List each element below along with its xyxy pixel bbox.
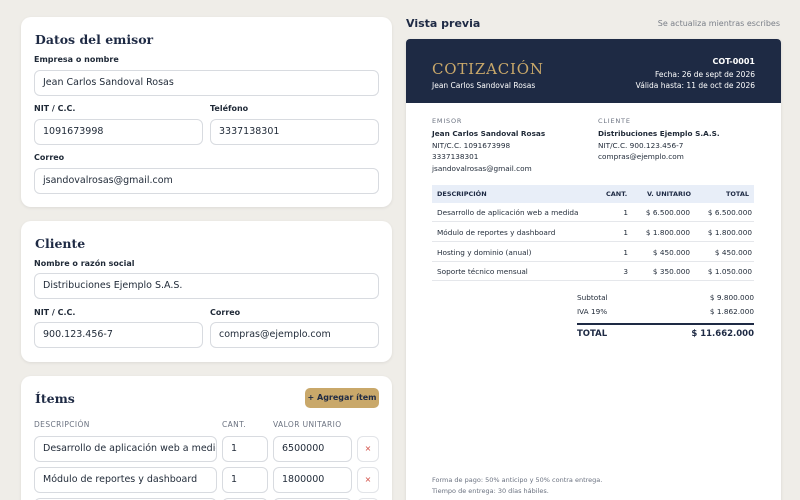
add-item-button[interactable]: + Agregar ítem [305, 388, 379, 408]
quote-heading: COTIZACIÓN [432, 60, 544, 78]
emisor-email: jsandovalrosas@gmail.com [432, 164, 532, 173]
cliente-email: compras@ejemplo.com [598, 152, 684, 161]
row-quantity: 3 [623, 267, 628, 276]
th-unit-value: V. UNITARIO [647, 190, 691, 198]
th-quantity: CANT. [606, 190, 628, 198]
items-col-valor: VALOR UNITARIO [273, 420, 342, 429]
table-row: Desarrollo de aplicación web a medida 1 … [432, 203, 754, 222]
row-quantity: 1 [623, 228, 628, 237]
cliente-nit-input[interactable]: 900.123.456-7 [34, 322, 203, 348]
telefono-label: Teléfono [210, 104, 249, 113]
quote-number: COT-0001 [712, 57, 755, 66]
emisor-card-title: Datos del emisor [35, 32, 154, 47]
remove-item-button[interactable]: × [357, 467, 379, 493]
preview-title: Vista previa [406, 17, 481, 30]
empresa-label: Empresa o nombre [34, 55, 119, 64]
emisor-nit-label: NIT / C.C. [34, 104, 76, 113]
items-card-title: Ítems [35, 391, 75, 406]
row-total: $ 1.800.000 [707, 228, 752, 237]
table-header: DESCRIPCIÓN CANT. V. UNITARIO TOTAL [432, 185, 754, 203]
row-unit-value: $ 350.000 [652, 267, 690, 276]
cliente-card: Cliente Nombre o razón social Distribuci… [21, 221, 392, 362]
quote-valid-until: Válida hasta: 11 de oct de 2026 [635, 81, 755, 90]
row-unit-value: $ 6.500.000 [645, 208, 690, 217]
iva-value: $ 1.862.000 [709, 307, 754, 316]
row-total: $ 6.500.000 [707, 208, 752, 217]
quote-issuer-name: Jean Carlos Sandoval Rosas [432, 81, 536, 90]
emisor-phone: 3337138301 [432, 152, 479, 161]
cliente-section-label: CLIENTE [598, 117, 631, 125]
quote-header: COTIZACIÓN Jean Carlos Sandoval Rosas CO… [406, 39, 781, 103]
cliente-correo-label: Correo [210, 308, 241, 317]
items-col-cant: CANT. [222, 420, 247, 429]
emisor-card: Datos del emisor Empresa o nombre Jean C… [21, 17, 392, 207]
th-total: TOTAL [725, 190, 749, 198]
item-valor-input[interactable]: 6500000 [273, 436, 352, 462]
total-divider [577, 323, 754, 325]
items-col-desc: DESCRIPCIÓN [34, 420, 90, 429]
row-description: Soporte técnico mensual [437, 267, 528, 276]
emisor-nit: NIT/C.C. 1091673998 [432, 141, 511, 150]
row-total: $ 450.000 [714, 248, 752, 257]
item-desc-input[interactable]: Módulo de reportes y dashboard [34, 467, 217, 493]
th-description: DESCRIPCIÓN [437, 190, 487, 198]
payment-terms: Forma de pago: 50% anticipo y 50% contra… [432, 476, 603, 484]
empresa-input[interactable]: Jean Carlos Sandoval Rosas [34, 70, 379, 96]
table-row: Soporte técnico mensual 3 $ 350.000 $ 1.… [432, 262, 754, 281]
total-label: TOTAL [577, 329, 608, 339]
items-card: Ítems + Agregar ítem DESCRIPCIÓN CANT. V… [21, 376, 392, 500]
cliente-nombre-input[interactable]: Distribuciones Ejemplo S.A.S. [34, 273, 379, 299]
subtotal-value: $ 9.800.000 [709, 293, 754, 302]
table-row: Módulo de reportes y dashboard 1 $ 1.800… [432, 223, 754, 242]
row-unit-value: $ 450.000 [652, 248, 690, 257]
emisor-correo-input[interactable]: jsandovalrosas@gmail.com [34, 168, 379, 194]
telefono-input[interactable]: 3337138301 [210, 119, 379, 145]
emisor-correo-label: Correo [34, 153, 65, 162]
cliente-nit-label: NIT / C.C. [34, 308, 76, 317]
item-cant-input[interactable]: 1 [222, 467, 268, 493]
row-quantity: 1 [623, 248, 628, 257]
emisor-name: Jean Carlos Sandoval Rosas [432, 129, 546, 138]
table-row: Hosting y dominio (anual) 1 $ 450.000 $ … [432, 243, 754, 262]
cliente-name: Distribuciones Ejemplo S.A.S. [598, 129, 720, 138]
item-desc-input[interactable]: Desarrollo de aplicación web a medid [34, 436, 217, 462]
cliente-card-title: Cliente [35, 236, 86, 251]
emisor-nit-input[interactable]: 1091673998 [34, 119, 203, 145]
total-value: $ 11.662.000 [691, 329, 754, 339]
row-unit-value: $ 1.800.000 [645, 228, 690, 237]
item-cant-input[interactable]: 1 [222, 436, 268, 462]
item-valor-input[interactable]: 1800000 [273, 467, 352, 493]
cliente-correo-input[interactable]: compras@ejemplo.com [210, 322, 379, 348]
row-quantity: 1 [623, 208, 628, 217]
quote-document: COTIZACIÓN Jean Carlos Sandoval Rosas CO… [406, 39, 781, 500]
quote-date: Fecha: 26 de sept de 2026 [654, 70, 755, 79]
subtotal-label: Subtotal [577, 293, 608, 302]
cliente-nombre-label: Nombre o razón social [34, 259, 135, 268]
row-description: Módulo de reportes y dashboard [437, 228, 556, 237]
remove-item-button[interactable]: × [357, 436, 379, 462]
row-total: $ 1.050.000 [707, 267, 752, 276]
preview-note: Se actualiza mientras escribes [657, 19, 780, 28]
iva-label: IVA 19% [577, 307, 608, 316]
emisor-section-label: EMISOR [432, 117, 463, 125]
delivery-time: Tiempo de entrega: 30 días hábiles. [432, 487, 549, 495]
row-description: Hosting y dominio (anual) [437, 248, 532, 257]
row-description: Desarrollo de aplicación web a medida [437, 208, 579, 217]
cliente-nit: NIT/C.C. 900.123.456-7 [598, 141, 684, 150]
